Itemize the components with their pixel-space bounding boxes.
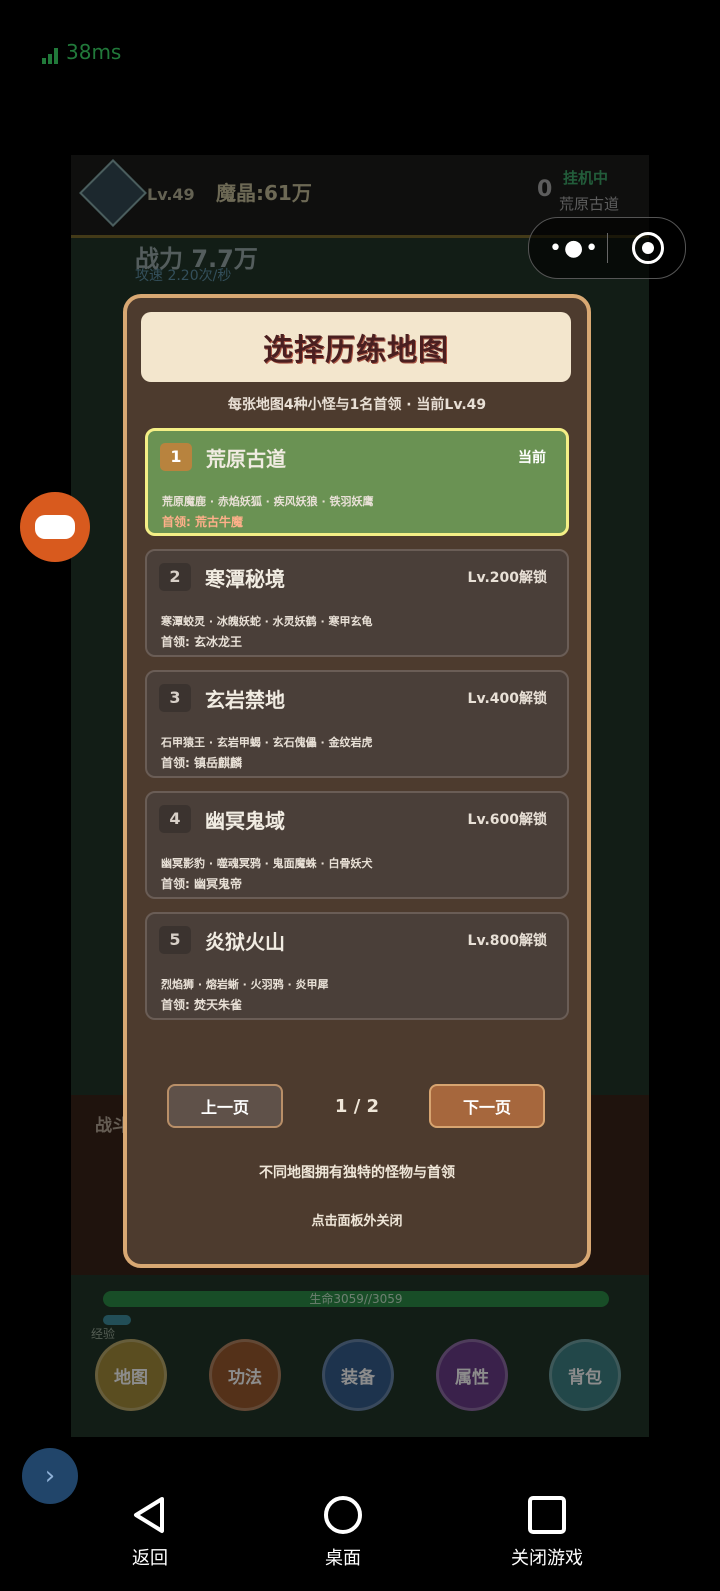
map-card[interactable]: 1 荒原古道 当前 荒原魔鹿 · 赤焰妖狐 · 疾风妖狼 · 铁羽妖鹰 首领: … [145,428,569,536]
back-button[interactable]: 返回 [90,1488,210,1570]
map-card[interactable]: 4 幽冥鬼域 Lv.600解锁 幽冥影豹 · 噬魂冥鸦 · 鬼面魔蛛 · 白骨妖… [145,791,569,899]
system-navigation-bar: 返回 桌面 关闭游戏 [0,1488,720,1591]
home-icon [283,1488,403,1542]
map-number: 5 [159,926,191,954]
map-card[interactable]: 3 玄岩禁地 Lv.400解锁 石甲猿王 · 玄岩甲蝎 · 玄石傀儡 · 金纹岩… [145,670,569,778]
map-name: 玄岩禁地 [205,688,285,712]
map-select-modal: 选择历练地图 每张地图4种小怪与1名首领 · 当前Lv.49 1 荒原古道 当前… [123,294,591,1268]
modal-tip: 不同地图拥有独特的怪物与首领 [259,1165,455,1181]
close-target-icon[interactable] [632,232,664,264]
map-number: 2 [159,563,191,591]
miniprogram-capsule: •●• [528,217,686,279]
map-status: Lv.600解锁 [467,812,547,828]
map-status: Lv.800解锁 [467,933,547,949]
close-game-button[interactable]: 关闭游戏 [487,1488,607,1570]
map-boss: 首领: 幽冥鬼帝 [161,877,242,891]
modal-title-box: 选择历练地图 [141,312,571,382]
map-name: 炎狱火山 [205,930,285,954]
map-card[interactable]: 2 寒潭秘境 Lv.200解锁 寒潭蛟灵 · 冰魄妖蛇 · 水灵妖鹤 · 寒甲玄… [145,549,569,657]
square-icon [487,1488,607,1542]
map-monsters: 寒潭蛟灵 · 冰魄妖蛇 · 水灵妖鹤 · 寒甲玄龟 [161,615,373,628]
back-icon [90,1488,210,1542]
map-boss: 首领: 镇岳麒麟 [161,756,242,770]
map-number: 1 [160,443,192,471]
close-game-label: 关闭游戏 [511,1548,583,1569]
modal-subtitle: 每张地图4种小怪与1名首领 · 当前Lv.49 [227,397,487,413]
capsule-divider [607,233,608,263]
page-indicator: 1 / 2 [334,1096,380,1117]
map-status: 当前 [518,450,546,466]
map-card[interactable]: 5 炎狱火山 Lv.800解锁 烈焰狮 · 熔岩蜥 · 火羽鸦 · 炎甲犀 首领… [145,912,569,1020]
map-status: Lv.200解锁 [467,570,547,586]
map-monsters: 烈焰狮 · 熔岩蜥 · 火羽鸦 · 炎甲犀 [161,978,329,991]
map-boss: 首领: 焚天朱雀 [161,998,242,1012]
map-monsters: 荒原魔鹿 · 赤焰妖狐 · 疾风妖狼 · 铁羽妖鹰 [162,495,374,508]
more-icon[interactable]: •●• [549,236,600,261]
back-label: 返回 [132,1548,168,1569]
modal-title: 选择历练地图 [263,333,449,368]
gamepad-float-button[interactable] [20,492,90,562]
close-hint: 点击面板外关闭 [311,1214,403,1229]
map-name: 荒原古道 [206,447,286,471]
map-boss: 首领: 荒古牛魔 [162,515,243,529]
map-monsters: 石甲猿王 · 玄岩甲蝎 · 玄石傀儡 · 金纹岩虎 [161,736,373,749]
map-boss: 首领: 玄冰龙王 [161,635,242,649]
map-name: 幽冥鬼域 [205,809,285,833]
map-number: 3 [159,684,191,712]
next-page-button[interactable]: 下一页 [429,1084,545,1128]
gamepad-icon [35,515,75,539]
map-name: 寒潭秘境 [205,567,285,591]
map-number: 4 [159,805,191,833]
prev-page-button[interactable]: 上一页 [167,1084,283,1128]
map-monsters: 幽冥影豹 · 噬魂冥鸦 · 鬼面魔蛛 · 白骨妖犬 [161,857,373,870]
home-button[interactable]: 桌面 [283,1488,403,1570]
map-status: Lv.400解锁 [467,691,547,707]
home-label: 桌面 [325,1548,361,1569]
